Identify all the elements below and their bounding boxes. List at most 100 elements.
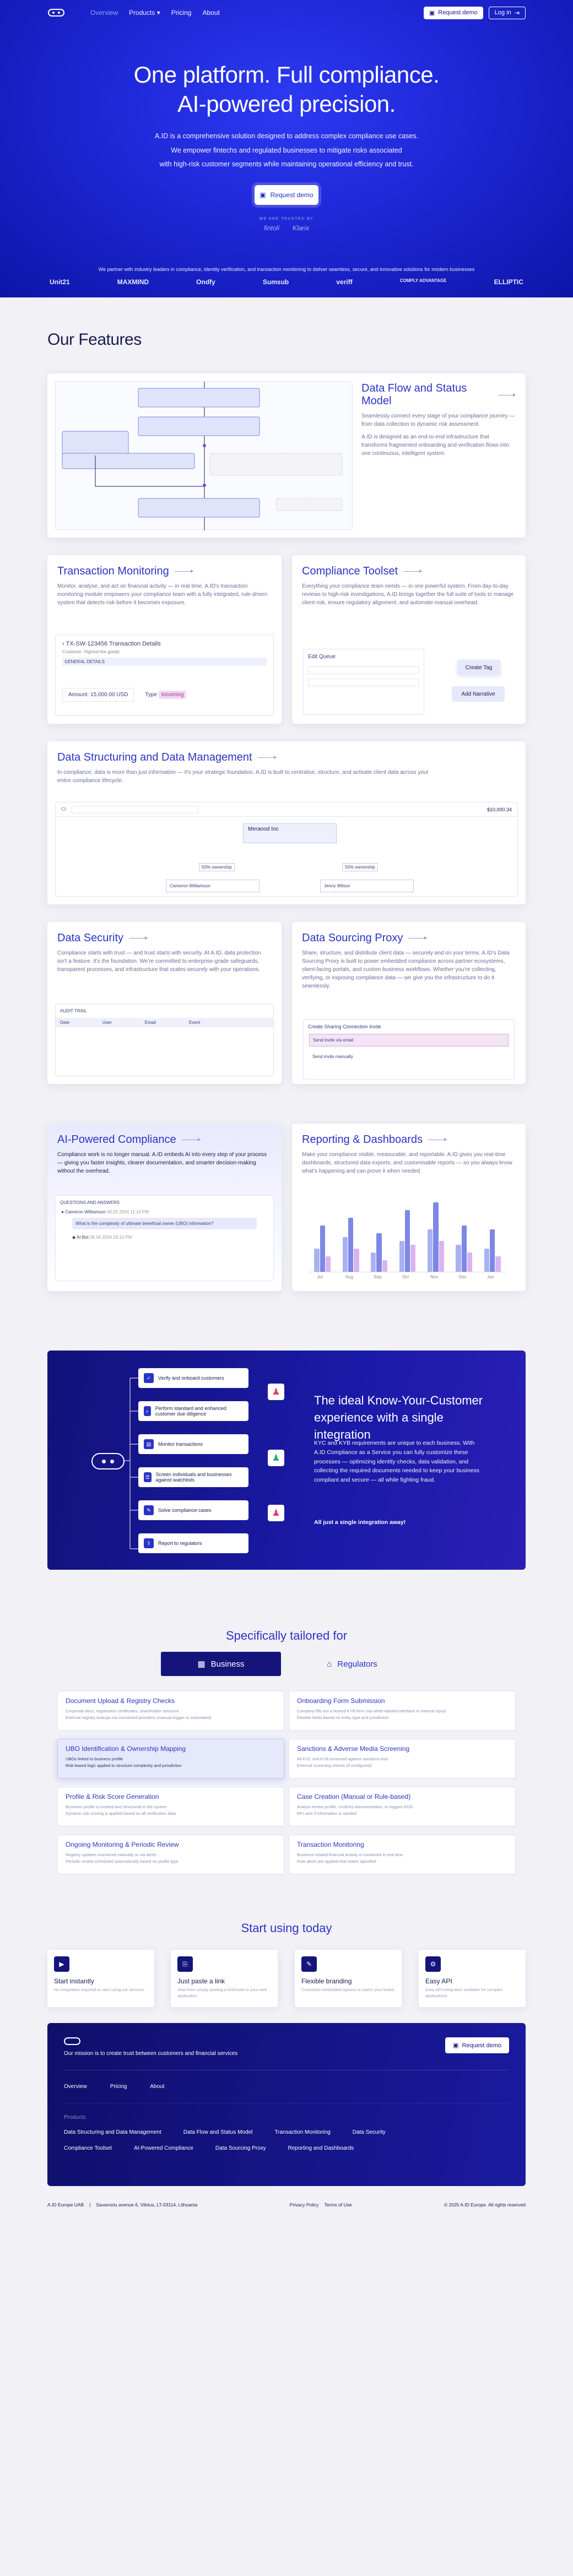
calendar-icon: ▣: [453, 2042, 459, 2049]
bar: [410, 1245, 416, 1272]
privacy-link[interactable]: Privacy Policy: [290, 2202, 319, 2208]
search-icon: ⌕: [144, 1406, 151, 1416]
footer-product-link[interactable]: Data Structuring and Data Management: [64, 2129, 161, 2135]
add-narrative-button[interactable]: Add Narrative: [452, 686, 505, 702]
bar: [490, 1229, 495, 1272]
briefcase-icon: ▦: [197, 1660, 206, 1669]
footer-block: Our mission is to create trust between c…: [47, 2023, 526, 2186]
bar: [354, 1249, 359, 1272]
start-card-desc: Start from simply pasting a link/invite …: [177, 1987, 267, 1998]
kyc-step-label: Report to regulators: [158, 1541, 202, 1546]
tailored-card[interactable]: Ongoing Monitoring & Periodic Review Regi…: [57, 1835, 284, 1874]
calendar-icon: ▣: [260, 191, 266, 199]
tx-type-label: Type: [145, 692, 158, 698]
footer-link-pricing[interactable]: Pricing: [110, 2084, 127, 2090]
company-node: Meraood Inc: [243, 823, 337, 843]
search-input[interactable]: [71, 805, 198, 814]
toolset-title: Compliance Toolset: [302, 565, 516, 578]
edit-queue-title: Edit Queue: [308, 654, 336, 660]
tailored-card-title: Onboarding Form Submission: [297, 1697, 385, 1705]
trusted-logo: fintoli: [263, 224, 279, 232]
start-card[interactable]: ✎ Flexible branding Customize embedded opt…: [295, 1950, 402, 2007]
tailored-card[interactable]: Sanctions & Adverse Media Screening All K…: [289, 1739, 516, 1778]
terms-link[interactable]: Terms of Use: [325, 2202, 352, 2208]
bar: [433, 1202, 439, 1272]
bar: [325, 1256, 331, 1272]
invite-email-option[interactable]: Send invite via email: [309, 1034, 509, 1046]
hero-title: One platform. Full compliance. AI-powered…: [0, 61, 573, 118]
nav-about[interactable]: About: [202, 9, 219, 17]
bar: [404, 1210, 410, 1272]
hero-cta-label: Request demo: [270, 191, 313, 199]
share1: 50% ownership: [199, 863, 235, 871]
start-card[interactable]: ⚙ Easy API Easy API integration available …: [419, 1950, 526, 2007]
tab-regulators[interactable]: ⌂ Regulators: [292, 1652, 412, 1676]
report-icon: ⇪: [144, 1538, 154, 1548]
tailored-card-title: Transaction Monitoring: [297, 1841, 364, 1848]
aid-logo-icon[interactable]: [64, 2037, 80, 2045]
invite-manual-option[interactable]: Send invite manually: [309, 1051, 509, 1062]
kyc-step-label: Solve compliance cases: [158, 1507, 212, 1513]
tab-business[interactable]: ▦ Business: [161, 1652, 281, 1676]
nav-products[interactable]: Products ▾: [129, 9, 160, 17]
tx-customer: Customer: Highest-fee goods: [62, 649, 120, 654]
link-icon: ⎘: [177, 1956, 193, 1972]
footer-product-link[interactable]: Reporting and Dashboards: [288, 2145, 354, 2151]
tailored-card-item: Risk-based logic applied to structure co…: [66, 1762, 182, 1768]
invite-mock: Create Sharing Connection Invite Send in…: [303, 1019, 515, 1080]
kyc-text: KYC and KYB requirements are unique to e…: [314, 1440, 480, 1484]
hero-request-demo-button[interactable]: ▣ Request demo: [255, 185, 318, 205]
nav-pricing[interactable]: Pricing: [171, 9, 192, 17]
tailored-card[interactable]: Case Creation (Manual or Rule-based) Anal…: [289, 1787, 516, 1826]
footer-product-link[interactable]: Transaction Monitoring: [274, 2129, 330, 2135]
bar: [320, 1225, 325, 1272]
avatar: ●: [61, 1210, 64, 1214]
trusted-logo: Klarix: [293, 224, 310, 232]
footer-link-overview[interactable]: Overview: [64, 2084, 87, 2090]
brush-icon: ✎: [301, 1956, 317, 1972]
footer-product-link[interactable]: Data Flow and Status Model: [183, 2129, 253, 2135]
request-demo-button[interactable]: ▣ Request demo: [423, 6, 483, 19]
login-button[interactable]: Log in ⇥: [488, 6, 526, 19]
start-card[interactable]: ▶ Start instantly No integration required …: [47, 1950, 154, 2007]
aid-logo-icon: [91, 1453, 125, 1469]
tailored-card-item: Analyst review profile, confirms documen…: [297, 1804, 413, 1809]
bar: [376, 1233, 382, 1272]
case-icon: ✎: [144, 1505, 154, 1515]
tailored-card[interactable]: Profile & Risk Score Generation Business …: [57, 1787, 284, 1826]
tailored-card[interactable]: Transaction Monitoring Business-related f…: [289, 1835, 516, 1874]
nav-overview[interactable]: Overview: [90, 9, 118, 17]
col-date: Date: [60, 1020, 69, 1025]
footer-request-demo-label: Request demo: [462, 2042, 501, 2049]
arrow-right-icon: [174, 570, 193, 573]
transaction-title-text: Transaction Monitoring: [57, 565, 169, 577]
footer-product-link[interactable]: AI-Powered Compliance: [134, 2145, 193, 2151]
qa-time2: 06.04.2024 03:10 PM: [89, 1235, 132, 1240]
share2: 50% ownership: [342, 863, 378, 871]
tailored-card[interactable]: Onboarding Form Submission Company fills …: [289, 1691, 516, 1731]
bar-label: Aug: [345, 1275, 354, 1279]
bar-label: Dec: [458, 1275, 467, 1279]
qa-user: Cameron Williamson: [65, 1210, 106, 1214]
edit-queue-mock: Edit Queue: [303, 649, 424, 715]
balance-value: $10,000.34: [486, 806, 512, 812]
footer-product-link[interactable]: Data Security: [353, 2129, 386, 2135]
footer-product-link[interactable]: Compliance Toolset: [64, 2145, 112, 2151]
verify-icon: ✓: [144, 1373, 154, 1383]
footer-product-link[interactable]: Data Sourcing Proxy: [215, 2145, 266, 2151]
footer-request-demo-button[interactable]: ▣ Request demo: [445, 2037, 509, 2053]
tailored-card[interactable]: Document Upload & Registry Checks Corpora…: [57, 1691, 284, 1731]
aid-logo-icon[interactable]: [47, 8, 65, 17]
ai-bot-icon: ◆: [72, 1235, 76, 1240]
bar: [428, 1229, 433, 1272]
toolset-title-text: Compliance Toolset: [302, 565, 398, 577]
structuring-text: In compliance, data is more than just in…: [57, 769, 429, 784]
bar: [439, 1241, 444, 1272]
tailored-card[interactable]: UBO Identification & Ownership Mapping UB…: [57, 1739, 284, 1778]
start-card[interactable]: ⎘ Just paste a link Start from simply past…: [171, 1950, 278, 2007]
create-tag-button[interactable]: Create Tag: [457, 660, 500, 675]
reporting-chart: Jul Aug Sep Oct Nov Dec Jan: [303, 1195, 515, 1283]
kyc-step: ⌕ Perform standard and enhanced customer …: [138, 1401, 248, 1421]
footer-link-about[interactable]: About: [150, 2084, 164, 2090]
ai-text: Compliance work is no longer manual. A.I…: [57, 1152, 267, 1174]
